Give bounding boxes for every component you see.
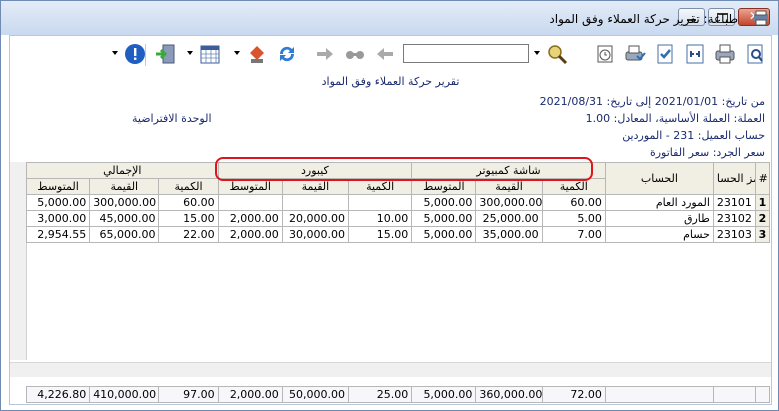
total-cell: 360,000.00 [475,386,543,403]
report-window: ✕ طباعة: تقرير حركة العملاء وفق المواد [0,0,779,411]
window-title: طباعة: تقرير حركة العملاء وفق المواد [549,12,738,26]
table-row[interactable]: 3,000.00 45,000.00 15.00 2,000.00 20,000… [25,210,771,227]
unit-info: الوحدة الافتراضية [132,112,212,125]
horizontal-scrollbar[interactable] [10,362,771,377]
toolbar [10,36,771,72]
export-icon[interactable] [683,42,707,66]
cell[interactable]: 30,000.00 [281,226,350,243]
cell[interactable]: 2,000.00 [217,210,283,227]
help-icon[interactable] [123,42,147,66]
cell[interactable]: 15.00 [158,210,219,227]
row-index: 1 [754,194,771,211]
cell[interactable]: 7.00 [541,226,606,243]
price-info: سعر الجرد: سعر الفاتورة [649,146,765,159]
total-cell-empty [604,386,714,403]
vertical-scrollbar[interactable] [10,162,27,360]
row-index-header: # [754,162,771,195]
report-title: تقرير حركة العملاء وفق المواد [321,75,460,88]
cell[interactable]: 60.00 [541,194,606,211]
code-cell[interactable]: 23101 [712,194,756,211]
zoom-icon[interactable] [545,42,569,66]
cell[interactable]: 22.00 [158,226,219,243]
cell[interactable] [281,194,350,211]
account-cell[interactable]: المورد العام [604,194,714,211]
preview-icon[interactable] [743,42,767,66]
total-cell-empty [754,386,771,403]
code-header[interactable]: رمز الحسا [712,162,756,195]
total-cell: 410,000.00 [89,386,160,403]
total-cell: 25.00 [348,386,413,403]
cell[interactable]: 5,000.00 [411,226,477,243]
cell[interactable]: 2,000.00 [217,226,283,243]
checklist-icon[interactable] [653,42,677,66]
print-icon[interactable] [713,42,737,66]
cell[interactable]: 5,000.00 [25,194,91,211]
exit-icon[interactable] [153,42,177,66]
table-row[interactable]: 2,954.55 65,000.00 22.00 2,000.00 30,000… [25,226,771,243]
code-cell[interactable]: 23103 [712,226,756,243]
col-header-qty[interactable]: الكمية [158,178,219,195]
account-header[interactable]: الحساب [604,162,714,195]
print-setup-icon[interactable] [623,42,647,66]
total-cell-empty [712,386,756,403]
cell[interactable]: 20,000.00 [281,210,350,227]
date-range: من تاريخ: 2021/01/01 إلى تاريخ: 2021/08/… [539,95,765,108]
total-cell: 97.00 [158,386,219,403]
row-index: 3 [754,226,771,243]
cell[interactable] [348,194,413,211]
cell[interactable]: 15.00 [348,226,413,243]
currency-info: العملة: العملة الأساسية، المعادل: 1.00 [585,112,765,125]
cell[interactable]: 45,000.00 [89,210,160,227]
group-header-total: الإجمالي [26,162,219,179]
search-input[interactable] [403,44,529,63]
cell[interactable]: 2,954.55 [25,226,91,243]
col-header-avg[interactable]: المتوسط [25,178,91,195]
cell[interactable]: 60.00 [158,194,219,211]
cell[interactable]: 3,000.00 [25,210,91,227]
find-icon[interactable] [343,42,367,66]
title-bar: ✕ طباعة: تقرير حركة العملاء وفق المواد [1,1,778,35]
refresh-icon[interactable] [275,42,299,66]
table-row[interactable]: 5,000.00 300,000.00 60.00 5,000.00 300,0… [25,194,771,211]
row-index: 2 [754,210,771,227]
printer-list-icon[interactable] [593,42,617,66]
code-cell[interactable]: 23102 [712,210,756,227]
totals-row: 4,226.80 410,000.00 97.00 2,000.00 50,00… [25,386,771,403]
total-cell: 5,000.00 [411,386,477,403]
total-cell: 50,000.00 [281,386,350,403]
cell[interactable]: 300,000.00 [475,194,543,211]
account-info: حساب العميل: 231 - الموردين [622,129,765,142]
cell[interactable]: 5.00 [541,210,606,227]
cell[interactable]: 300,000.00 [89,194,160,211]
first-page-icon[interactable] [373,42,397,66]
col-header-value[interactable]: القيمة [89,178,160,195]
total-cell: 4,226.80 [25,386,91,403]
cell[interactable]: 5,000.00 [411,194,477,211]
account-cell[interactable]: طارق [604,210,714,227]
cell[interactable]: 65,000.00 [89,226,160,243]
total-cell: 2,000.00 [217,386,283,403]
cell[interactable]: 25,000.00 [475,210,543,227]
total-cell: 72.00 [541,386,606,403]
fill-icon[interactable] [245,42,269,66]
cell[interactable]: 10.00 [348,210,413,227]
cell[interactable]: 5,000.00 [411,210,477,227]
account-cell[interactable]: حسام [604,226,714,243]
calendar-icon[interactable] [198,42,222,66]
cell[interactable] [217,194,283,211]
highlight-annotation [215,157,593,181]
next-icon[interactable] [313,42,337,66]
app-icon [754,10,768,26]
cell[interactable]: 35,000.00 [475,226,543,243]
report-client-area: تقرير حركة العملاء وفق المواد من تاريخ: … [9,35,772,405]
